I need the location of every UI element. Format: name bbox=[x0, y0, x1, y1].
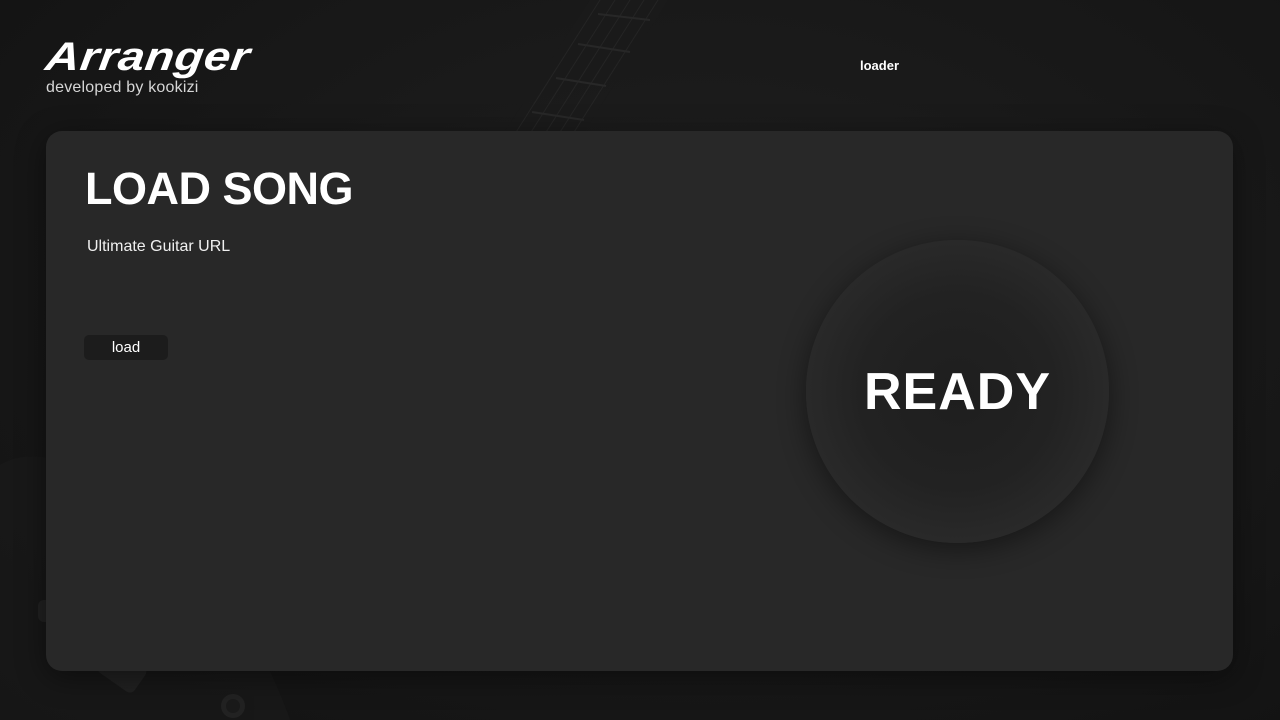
status-text: READY bbox=[863, 362, 1052, 421]
app-logo-title: Arranger bbox=[42, 35, 254, 79]
load-song-panel: LOAD SONG Ultimate Guitar URL load READY bbox=[46, 131, 1233, 671]
panel-title: LOAD SONG bbox=[85, 163, 354, 214]
ultimate-guitar-url-input[interactable] bbox=[84, 265, 652, 305]
load-button[interactable]: load bbox=[84, 335, 168, 360]
app-root: Arranger developed by kookizi loader LOA… bbox=[0, 0, 1280, 720]
url-field-label: Ultimate Guitar URL bbox=[87, 238, 231, 255]
brand-block: Arranger developed by kookizi bbox=[43, 35, 253, 97]
status-indicator-circle: READY bbox=[806, 240, 1109, 543]
app-subtitle: developed by kookizi bbox=[46, 79, 199, 96]
nav-link-loader[interactable]: loader bbox=[860, 58, 899, 73]
